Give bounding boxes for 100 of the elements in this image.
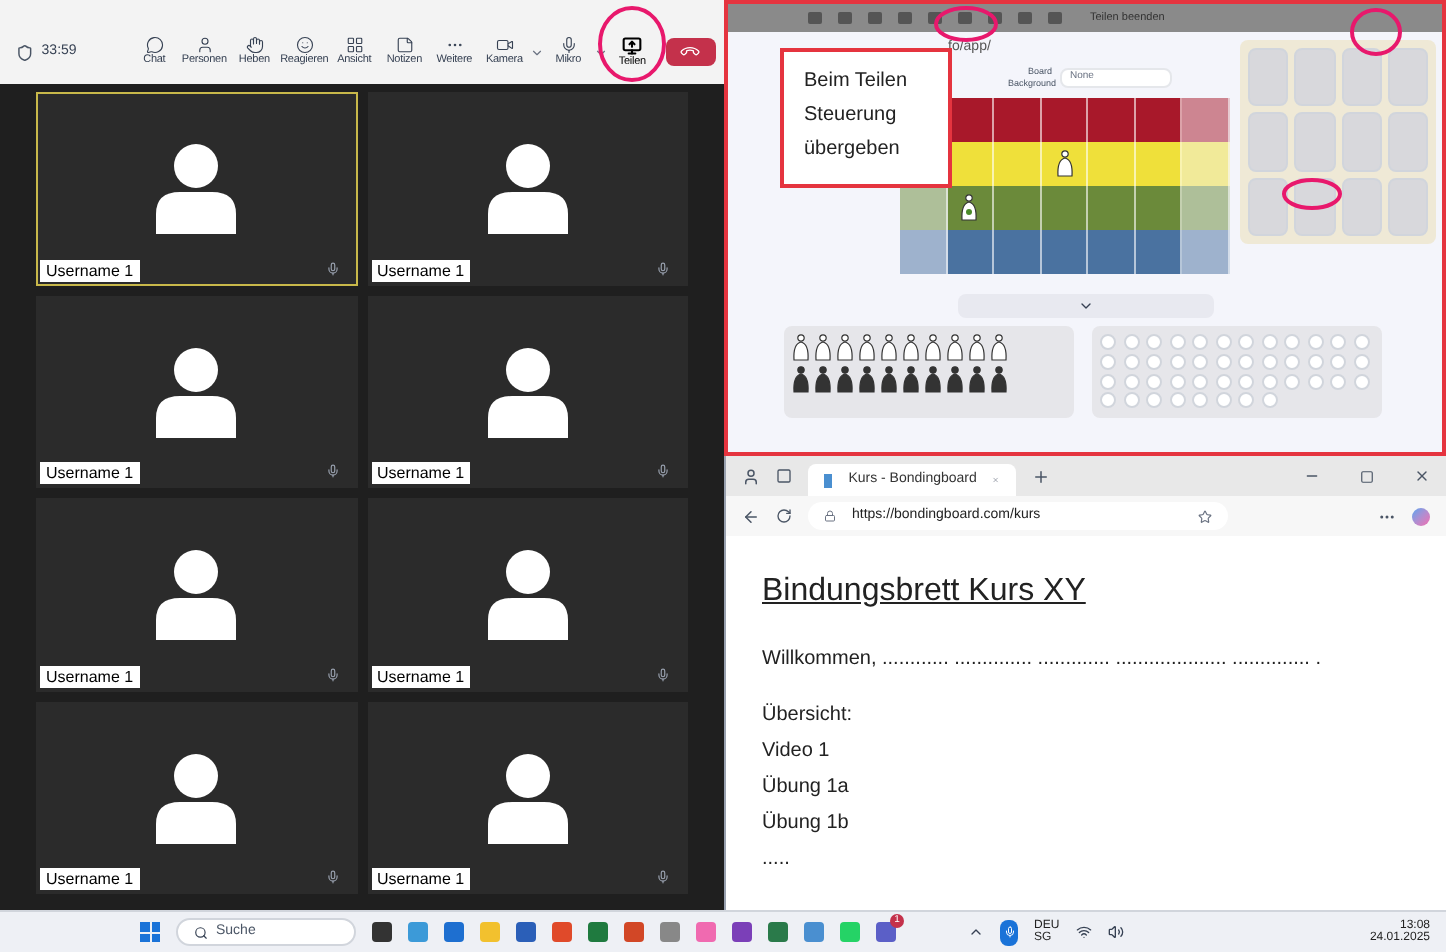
overview-line: Übung 1a (762, 773, 851, 802)
caret-icon (1078, 298, 1094, 314)
caret-icon[interactable] (593, 45, 608, 59)
board-cell (900, 186, 948, 230)
participant-name: Username 1 (371, 259, 471, 281)
close-icon[interactable] (1414, 468, 1430, 484)
board-cell (1088, 186, 1136, 230)
pawn-icon (902, 334, 920, 362)
mic-icon (656, 464, 670, 478)
board-cell (1135, 98, 1183, 142)
toolbar-icon[interactable] (808, 12, 822, 24)
pawn-icon (880, 334, 898, 362)
board-cell (1041, 230, 1089, 274)
pawn-icon (814, 334, 832, 362)
tab-actions-icon[interactable] (776, 468, 792, 484)
chat-bubble-icon (145, 36, 164, 55)
toolbar-icon[interactable] (1018, 12, 1032, 24)
pawn-icon (792, 334, 810, 362)
board-cell (1088, 230, 1136, 274)
mic-status-icon[interactable] (1000, 919, 1018, 945)
mic-icon (656, 870, 670, 884)
mic-icon (656, 667, 670, 681)
layout-tile[interactable] (1248, 48, 1289, 107)
board-cell (1182, 98, 1231, 142)
layout-tile[interactable] (1248, 177, 1289, 236)
search-icon (194, 925, 208, 939)
highlight-circle (1348, 6, 1404, 58)
toolbar-icon[interactable] (898, 12, 912, 24)
pawn-icon (990, 334, 1008, 362)
participant-name: Username 1 (40, 665, 140, 687)
toolbar-icon[interactable] (838, 12, 852, 24)
overview-line: ..... (762, 846, 792, 874)
pawn-icon (792, 366, 810, 394)
participant-name: Username 1 (40, 259, 140, 281)
reload-icon[interactable] (776, 508, 792, 524)
mic-icon (325, 261, 339, 275)
participant-name: Username 1 (371, 462, 471, 484)
pawn-icon (960, 194, 979, 222)
caret-icon[interactable] (529, 45, 544, 59)
pawn-icon (1055, 150, 1074, 178)
collapse-button[interactable] (958, 294, 1214, 318)
layout-tile[interactable] (1387, 112, 1428, 172)
overview-line: Übung 1b (762, 809, 851, 838)
board-cell (994, 230, 1042, 274)
pawn-icon (968, 366, 986, 394)
shield-icon (16, 43, 34, 61)
toolbar-icon[interactable] (958, 12, 972, 24)
board-cell (1135, 142, 1183, 186)
participant-name: Username 1 (371, 665, 471, 687)
pawn-icon (946, 366, 964, 394)
board-cell (1135, 186, 1183, 230)
layout-tile[interactable] (1341, 112, 1382, 172)
copilot-icon[interactable] (1412, 507, 1430, 525)
welcome-text: Willkommen, ............ .............. ............. .................... .............. . (762, 646, 1323, 674)
highlight-circle (596, 4, 668, 84)
volume-icon[interactable] (1107, 924, 1124, 940)
microphone-icon (1003, 926, 1015, 938)
participant-name: Username 1 (40, 868, 140, 890)
participant-name: Username 1 (40, 462, 140, 484)
wifi-icon[interactable] (1075, 924, 1092, 940)
microphone-icon (559, 36, 578, 55)
layout-tile[interactable] (1387, 177, 1428, 236)
mic-icon (656, 261, 670, 275)
board-cell (1182, 142, 1231, 186)
board-cell (1135, 230, 1183, 274)
hang-up-button[interactable] (665, 38, 716, 66)
layout-tile[interactable] (1248, 112, 1289, 172)
pawn-icon (946, 334, 964, 362)
pawn-icon (880, 366, 898, 394)
page-heading: Bindungsbrett Kurs XY (762, 572, 1088, 612)
layout-tile[interactable] (1341, 48, 1382, 107)
lock-icon (824, 510, 836, 522)
profile-icon[interactable] (742, 467, 760, 485)
star-icon[interactable] (1198, 509, 1212, 523)
layout-tile[interactable] (1294, 112, 1335, 172)
pawn-icon (924, 366, 942, 394)
mic-icon (325, 667, 339, 681)
layout-tile[interactable] (1387, 48, 1428, 107)
layout-tile[interactable] (1341, 177, 1382, 236)
note-icon (395, 36, 414, 55)
pawn-icon (858, 366, 876, 394)
back-icon[interactable] (742, 507, 760, 525)
callout-text: Beim Teilen Steuerung übergeben (804, 68, 910, 164)
person-icon (195, 36, 214, 55)
highlight-circle (1280, 176, 1344, 212)
layout-tile[interactable] (1294, 48, 1335, 107)
overview-line: Video 1 (762, 738, 832, 766)
new-tab-icon[interactable] (1032, 467, 1050, 485)
pawn-icon (836, 366, 854, 394)
participant-name: Username 1 (371, 868, 471, 890)
tray-expand-icon[interactable] (968, 924, 984, 940)
board-cell (994, 98, 1042, 142)
toolbar-icon[interactable] (868, 12, 882, 24)
toolbar-icon[interactable] (1048, 12, 1062, 24)
start-icon[interactable] (140, 922, 160, 942)
share-screen-icon (622, 35, 643, 56)
board-cell (900, 230, 948, 274)
maximize-icon[interactable] (1360, 469, 1374, 483)
hand-icon (245, 36, 264, 55)
pawn-icon (990, 366, 1008, 394)
